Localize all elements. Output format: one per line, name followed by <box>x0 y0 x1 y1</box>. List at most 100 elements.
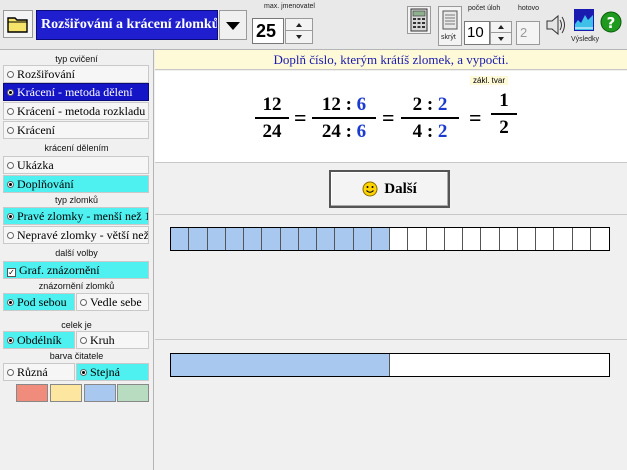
numerator: 12 <box>262 94 282 115</box>
option-fill-in[interactable]: Doplňování <box>3 175 149 193</box>
max-denominator-label: max. jmenovatel <box>264 3 315 10</box>
equals-sign: = <box>469 105 482 130</box>
color-swatch-red[interactable] <box>16 384 48 402</box>
stepper-up-button[interactable] <box>286 19 312 31</box>
option-improper-fractions[interactable]: Nepravé zlomky - větší než 1 <box>3 226 149 244</box>
grid-cell <box>427 228 445 250</box>
grid-cell <box>372 228 390 250</box>
max-denominator-field[interactable]: 25 <box>252 18 284 44</box>
max-denominator-stepper[interactable] <box>285 18 313 44</box>
help-icon: ? <box>600 11 622 33</box>
grid-cell <box>226 228 244 250</box>
denominator: 2 <box>499 117 509 138</box>
stepper-down-button[interactable] <box>286 31 312 43</box>
option-proper-fractions[interactable]: Pravé zlomky - menší než 1 <box>3 207 149 225</box>
grid-cell <box>317 228 335 250</box>
color-swatch-yellow[interactable] <box>50 384 82 402</box>
option-label: Různá <box>17 365 48 379</box>
exercise-type-heading: typ cvičení <box>55 54 98 64</box>
equation-panel: 12 24 = 12 : 6 24 : 6 = 2 : 2 4 : 2 = 1 … <box>155 71 627 163</box>
option-different-color[interactable]: Různá <box>3 363 75 381</box>
divisor-input[interactable]: 2 <box>438 121 448 142</box>
fraction-division-step-1: 12 : 6 24 : 6 <box>312 93 376 143</box>
option-reduction-division[interactable]: Krácení - metoda dělení <box>3 83 149 101</box>
sound-button[interactable] <box>544 10 568 40</box>
numerator: 2 : 2 <box>401 93 459 116</box>
option-extension[interactable]: Rozšiřování <box>3 65 149 83</box>
radio-icon <box>7 213 14 220</box>
option-below-each-other[interactable]: Pod sebou <box>3 293 75 311</box>
radio-icon <box>7 71 14 78</box>
option-label: Stejná <box>90 365 120 379</box>
radio-icon <box>80 299 87 306</box>
grid-cell <box>299 228 317 250</box>
denominator-value: 24 : <box>321 121 352 142</box>
numerator-value: 2 : <box>412 94 434 115</box>
option-same-color[interactable]: Stejná <box>76 363 149 381</box>
grid-cell <box>189 228 208 250</box>
option-reduction[interactable]: Krácení <box>3 121 149 139</box>
grid-cell <box>244 228 262 250</box>
fraction-division-step-2: 2 : 2 4 : 2 <box>401 93 459 143</box>
option-circle[interactable]: Kruh <box>76 331 149 349</box>
fraction-bar <box>401 117 459 119</box>
color-swatch-blue[interactable] <box>84 384 116 402</box>
divisor-input[interactable]: 2 <box>438 94 448 115</box>
fraction-value-bar <box>170 353 610 377</box>
grid-cell <box>536 228 554 250</box>
radio-icon <box>7 232 14 239</box>
next-button[interactable]: Další <box>329 170 450 208</box>
option-label: Doplňování <box>17 177 74 191</box>
task-count-field[interactable]: 10 <box>464 21 490 45</box>
more-options-heading: další volby <box>55 248 98 258</box>
option-label: Pravé zlomky - menší než 1 <box>17 209 149 223</box>
option-demo[interactable]: Ukázka <box>3 156 149 174</box>
grid-cell <box>500 228 518 250</box>
option-label: Obdélník <box>17 333 62 347</box>
divisor-input[interactable]: 6 <box>357 94 367 115</box>
task-count-stepper[interactable] <box>490 21 512 45</box>
option-rectangle[interactable]: Obdélník <box>3 331 75 349</box>
help-button[interactable]: ? <box>599 8 623 38</box>
grid-cell <box>518 228 536 250</box>
numerator: 12 : 6 <box>312 93 376 116</box>
option-side-by-side[interactable]: Vedle sebe <box>76 293 149 311</box>
radio-icon <box>80 369 87 376</box>
option-label: Krácení <box>17 123 55 137</box>
open-folder-button[interactable] <box>3 10 33 38</box>
divider <box>155 214 627 215</box>
folder-icon <box>7 17 28 33</box>
grid-cell <box>554 228 573 250</box>
done-count-field: 2 <box>516 21 540 45</box>
numerator: 1 <box>499 90 509 111</box>
grid-cell <box>591 228 609 250</box>
stepper-up-button[interactable] <box>491 22 511 33</box>
calculator-button[interactable] <box>407 6 431 34</box>
whole-heading: celek je <box>61 320 92 330</box>
fraction-bar <box>312 117 376 119</box>
grid-cell <box>463 228 481 250</box>
denominator: 4 : 2 <box>401 120 459 143</box>
done-label: hotovo <box>518 5 540 12</box>
speaker-icon <box>546 14 565 36</box>
instruction-text: Doplň číslo, kterým krátíš zlomek, a vyp… <box>155 50 627 70</box>
grid-cell <box>354 228 372 250</box>
option-label: Vedle sebe <box>90 295 142 309</box>
option-reduction-factorization[interactable]: Krácení - metoda rozkladu <box>3 102 149 120</box>
option-graphic-display[interactable]: ✓ Graf. znázornění <box>3 261 149 279</box>
exercise-title-select[interactable]: Rozšiřování a krácení zlomků <box>36 10 218 40</box>
title-dropdown-button[interactable] <box>219 10 247 40</box>
smiley-icon <box>362 181 378 197</box>
divisor-input[interactable]: 6 <box>357 121 367 142</box>
radio-icon <box>7 337 14 344</box>
radio-icon <box>7 369 14 376</box>
task-count-label: počet úloh <box>468 5 501 12</box>
grid-cell <box>281 228 299 250</box>
calculator-icon <box>410 8 428 32</box>
next-button-label: Další <box>384 180 417 197</box>
color-swatch-green[interactable] <box>117 384 149 402</box>
stepper-down-button[interactable] <box>491 33 511 44</box>
results-icon <box>574 9 594 31</box>
checkbox-icon: ✓ <box>7 268 16 277</box>
fraction-basic-form: 1 2 <box>491 89 517 139</box>
